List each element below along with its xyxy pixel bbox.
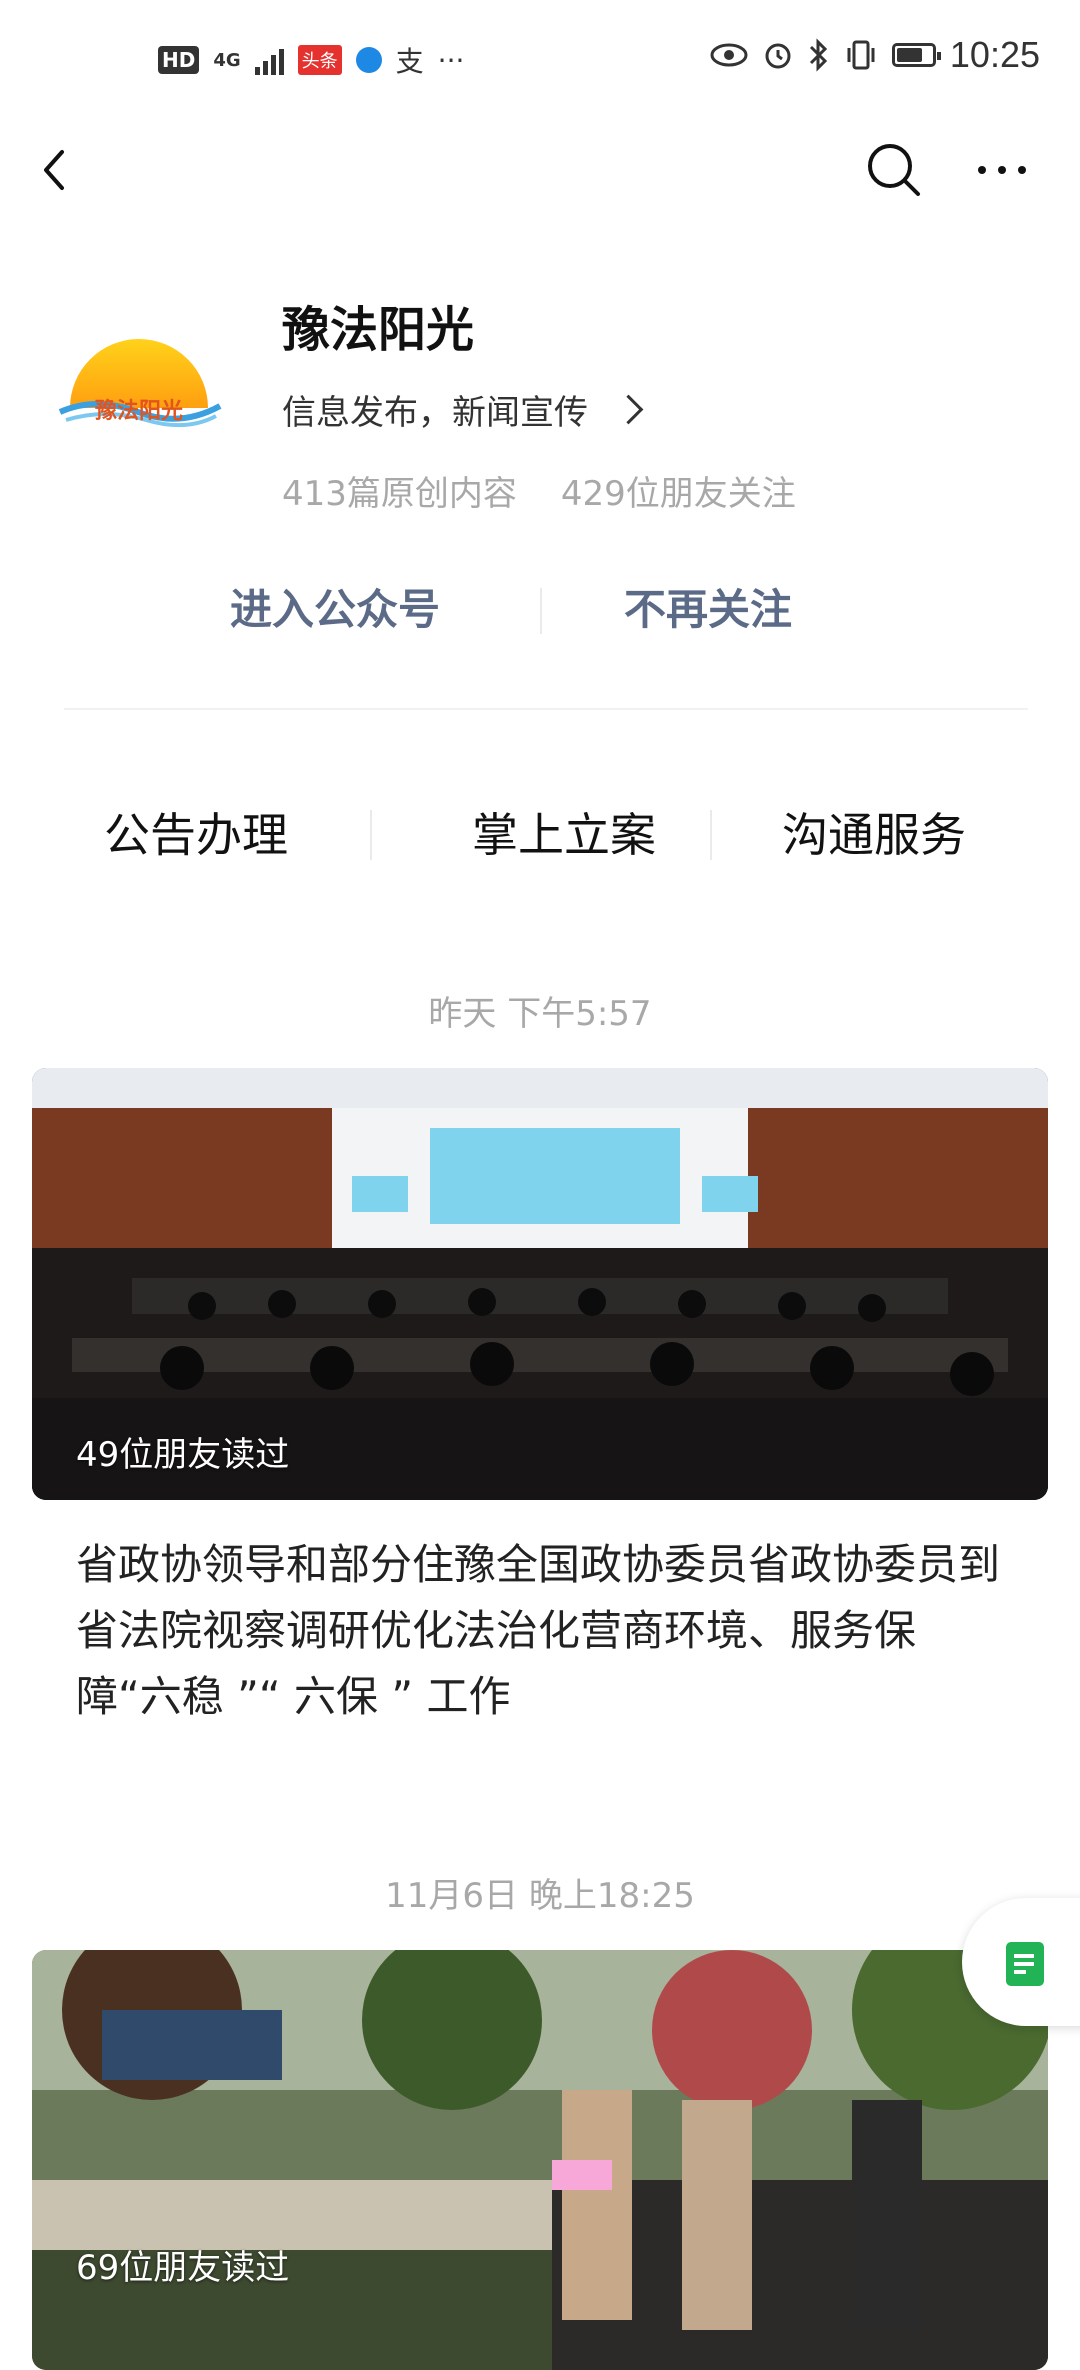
article-cover-image[interactable]: 69位朋友读过 <box>32 1950 1048 2370</box>
account-menu: 公告办理 掌上立案 沟通服务 <box>0 790 1080 880</box>
search-button[interactable] <box>862 138 926 202</box>
status-left: HD 4G 头条 支 ··· <box>158 40 464 80</box>
alipay-icon: 支 <box>395 45 424 78</box>
account-stats: 413篇原创内容 429位朋友关注 <box>282 466 796 515</box>
more-notifications-icon: ··· <box>437 43 465 77</box>
status-time: 10:25 <box>949 34 1040 75</box>
friends-follow-count: 429位朋友关注 <box>560 474 796 514</box>
floating-reader-button[interactable] <box>962 1898 1080 2026</box>
logo-text: 豫法阳光 <box>95 398 183 424</box>
original-count: 413篇原创内容 <box>282 474 517 514</box>
section-divider <box>64 708 1028 710</box>
menu-item-announcement[interactable]: 公告办理 <box>104 790 288 880</box>
menu-separator <box>370 810 372 860</box>
account-description[interactable]: 信息发布，新闻宣传 <box>282 385 644 434</box>
back-button[interactable] <box>30 140 90 200</box>
feed-date: 昨天 下午5:57 <box>428 994 652 1034</box>
account-description-text: 信息发布，新闻宣传 <box>282 393 588 433</box>
alarm-icon <box>765 43 791 69</box>
bluetooth-icon <box>809 38 828 72</box>
chevron-right-icon <box>613 394 644 425</box>
article-cover-image[interactable]: 49位朋友读过 <box>32 1068 1048 1500</box>
status-bar: HD 4G 头条 支 ··· 10:25 <box>0 0 1080 120</box>
search-icon <box>868 144 920 196</box>
eye-icon <box>710 43 748 67</box>
article-title[interactable]: 省政协领导和部分住豫全国政协委员省政协委员到省法院视察调研优化法治化营商环境、服… <box>76 1532 1016 1730</box>
network-label: 4G <box>213 49 241 71</box>
status-right: 10:25 <box>710 34 1040 76</box>
enter-account-button[interactable]: 进入公众号 <box>230 570 440 650</box>
account-logo[interactable]: 豫法阳光 <box>56 320 222 440</box>
read-count: 69位朋友读过 <box>76 2248 290 2288</box>
menu-separator <box>710 810 712 860</box>
account-actions: 进入公众号 不再关注 <box>0 570 1080 650</box>
battery-level-fill <box>896 48 923 62</box>
account-name: 豫法阳光 <box>282 302 475 358</box>
browser-icon <box>355 47 382 73</box>
outdoor-photo-icon <box>32 1950 1048 2370</box>
document-icon <box>1006 1942 1044 1986</box>
more-icon <box>978 166 1026 174</box>
feed-date: 11月6日 晚上18:25 <box>385 1876 695 1916</box>
read-count: 49位朋友读过 <box>76 1435 290 1475</box>
unfollow-button[interactable]: 不再关注 <box>624 570 792 650</box>
menu-item-communication[interactable]: 沟通服务 <box>782 790 966 880</box>
signal-icon <box>254 45 284 75</box>
action-separator <box>540 588 542 634</box>
sun-logo-icon: 豫法阳光 <box>58 339 222 428</box>
more-button[interactable] <box>970 138 1034 202</box>
hd-badge: HD <box>158 46 200 74</box>
nav-bar <box>0 120 1080 220</box>
vibrate-icon <box>847 40 875 70</box>
back-icon <box>44 150 64 190</box>
menu-item-filing[interactable]: 掌上立案 <box>472 790 656 880</box>
battery-icon <box>891 43 941 67</box>
toutiao-icon: 头条 <box>297 45 342 75</box>
